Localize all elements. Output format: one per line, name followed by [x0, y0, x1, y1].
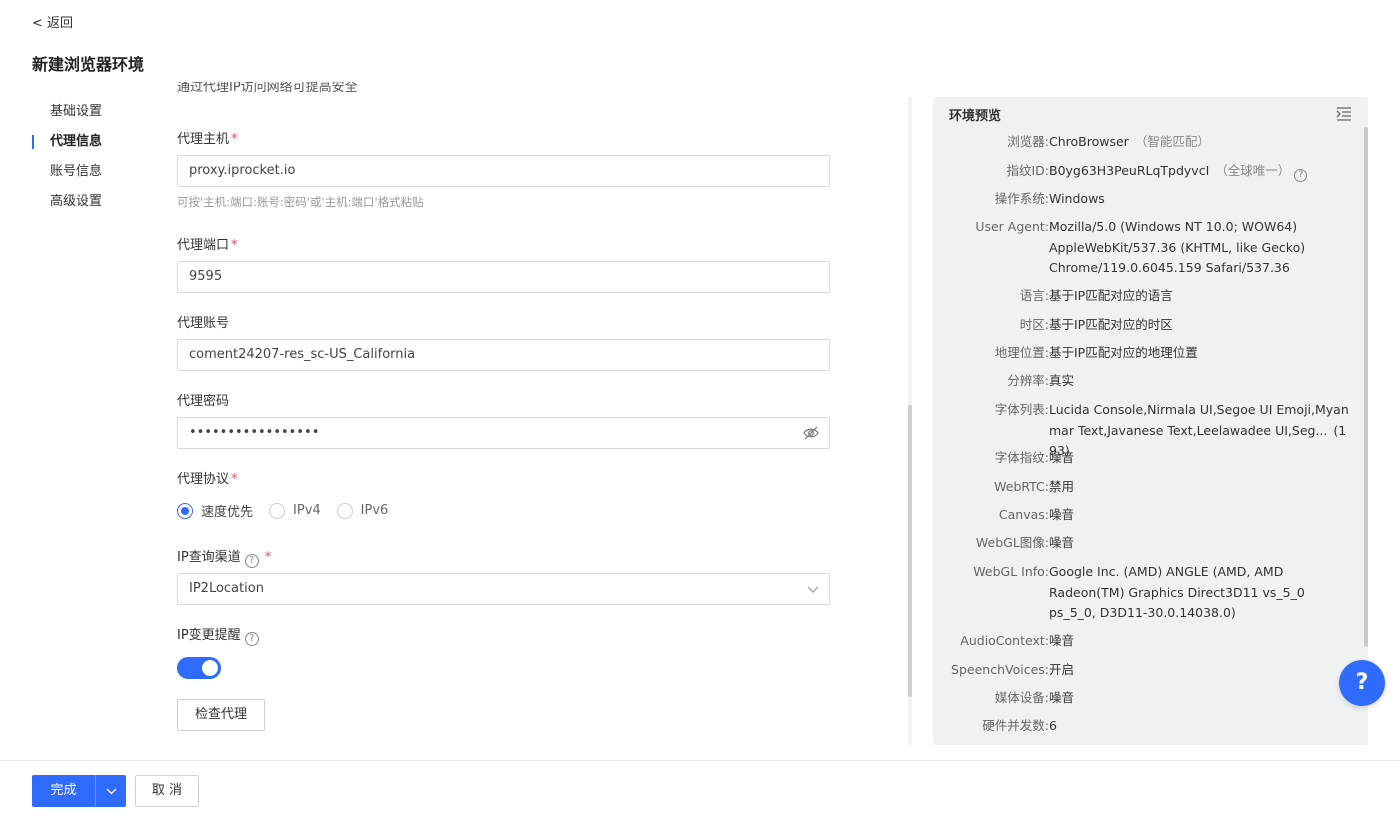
- proxy-account-label: 代理账号: [177, 316, 230, 331]
- preview-title: 环境预览: [949, 109, 1002, 124]
- preview-row-webgl-info: WebGL Info: Google Inc. (AMD) ANGLE (AMD,…: [973, 564, 1305, 620]
- form-scrollbar-thumb[interactable]: [908, 405, 912, 697]
- side-nav-item-basic[interactable]: 基础设置: [32, 97, 102, 127]
- side-nav-item-account[interactable]: 账号信息: [32, 157, 102, 187]
- proxy-form: 通过代理IP访问网络可提高安全 代理主机 * proxy.iprocket.io …: [177, 82, 837, 742]
- toggle-knob: [202, 660, 218, 676]
- ip-change-label: IP变更提醒?: [177, 624, 259, 646]
- radio-ipv4[interactable]: IPv4: [269, 502, 321, 519]
- ip-channel-select[interactable]: IP2Location: [177, 573, 830, 605]
- proxy-port-label: 代理端口 *: [177, 238, 238, 253]
- chevron-down-icon: [106, 788, 117, 795]
- question-icon[interactable]: ?: [1294, 169, 1308, 182]
- done-split-button: 完成: [32, 775, 126, 807]
- radio-speed-first[interactable]: 速度优先: [177, 501, 253, 520]
- footer-divider: [0, 760, 1400, 761]
- question-icon[interactable]: ?: [244, 632, 259, 646]
- proxy-account-input[interactable]: coment24207-res_sc-US_California: [177, 339, 830, 371]
- collapse-panel-icon[interactable]: [1336, 107, 1352, 121]
- proxy-host-hint: 可按'主机:端口:账号:密码'或'主机:端口'格式粘贴: [177, 195, 424, 209]
- proxy-protocol-group: 速度优先 IPv4 IPv6: [177, 501, 404, 520]
- radio-dot: [336, 502, 353, 519]
- done-button[interactable]: 完成: [32, 775, 95, 807]
- preview-row-speech-voices: SpeenchVoices: 开启: [951, 662, 1075, 677]
- preview-row-language: 语言: 基于IP匹配对应的语言: [1019, 288, 1173, 303]
- question-icon[interactable]: ?: [244, 554, 259, 568]
- preview-row-fingerprint-id: 指纹ID: B0yg63H3PeuRLqTpdyvcI （全球唯一）?: [933, 161, 1353, 182]
- preview-row-os: 操作系统: Windows: [994, 191, 1105, 206]
- proxy-host-input[interactable]: proxy.iprocket.io: [177, 155, 830, 187]
- preview-row-hardware-concurrency: 硬件并发数: 6: [982, 718, 1057, 733]
- environment-preview-panel: 环境预览 浏览器: ChroBrowser （智能匹配） 指纹ID: B0yg63H3…: [933, 97, 1368, 745]
- ip-change-toggle[interactable]: [177, 657, 221, 679]
- preview-scrollbar[interactable]: [1364, 127, 1368, 647]
- preview-row-canvas: Canvas: 噪音: [998, 507, 1075, 522]
- proxy-password-label: 代理密码: [177, 394, 230, 409]
- help-button[interactable]: ?: [1339, 660, 1385, 706]
- preview-row-resolution: 分辨率: 真实: [1007, 373, 1075, 388]
- page-title: 新建浏览器环境: [32, 55, 145, 74]
- preview-row-media-devices: 媒体设备: 噪音: [994, 690, 1075, 705]
- proxy-protocol-label: 代理协议 *: [177, 472, 238, 487]
- radio-dot: [269, 502, 286, 519]
- radio-ipv6[interactable]: IPv6: [336, 502, 388, 519]
- password-value: •••••••••••••••••: [189, 425, 320, 440]
- radio-dot: [177, 502, 193, 519]
- preview-row-audiocontext: AudioContext: 噪音: [960, 633, 1075, 648]
- side-nav-item-proxy[interactable]: 代理信息: [32, 127, 102, 157]
- side-nav-item-advanced[interactable]: 高级设置: [32, 187, 102, 217]
- cancel-button[interactable]: 取 消: [135, 775, 199, 807]
- preview-row-user-agent: User Agent: Mozilla/5.0 (Windows NT 10.0;…: [975, 219, 1306, 275]
- proxy-port-input[interactable]: 9595: [177, 261, 830, 293]
- preview-row-font-fingerprint: 字体指纹: 噪音: [994, 450, 1075, 465]
- ip-channel-value: IP2Location: [189, 581, 264, 596]
- preview-row-webrtc: WebRTC: 禁用: [994, 479, 1075, 494]
- proxy-host-label: 代理主机 *: [177, 132, 238, 147]
- chevron-down-icon: [807, 586, 819, 593]
- side-nav: 基础设置 代理信息 账号信息 高级设置: [32, 97, 102, 217]
- section-description: 通过代理IP访问网络可提高安全: [177, 82, 358, 95]
- check-proxy-button[interactable]: 检查代理: [177, 699, 265, 731]
- preview-row-timezone: 时区: 基于IP匹配对应的时区: [1019, 317, 1173, 332]
- done-dropdown-button[interactable]: [95, 775, 126, 807]
- preview-row-webgl-image: WebGL图像: 噪音: [975, 535, 1075, 550]
- ip-channel-label: IP查询渠道? *: [177, 550, 272, 568]
- proxy-password-input[interactable]: •••••••••••••••••: [177, 417, 830, 449]
- preview-row-browser: 浏览器: ChroBrowser （智能匹配）: [1007, 134, 1210, 149]
- back-link[interactable]: < 返回: [32, 12, 73, 31]
- preview-row-geolocation: 地理位置: 基于IP匹配对应的地理位置: [994, 345, 1198, 360]
- eye-off-icon[interactable]: [803, 426, 819, 440]
